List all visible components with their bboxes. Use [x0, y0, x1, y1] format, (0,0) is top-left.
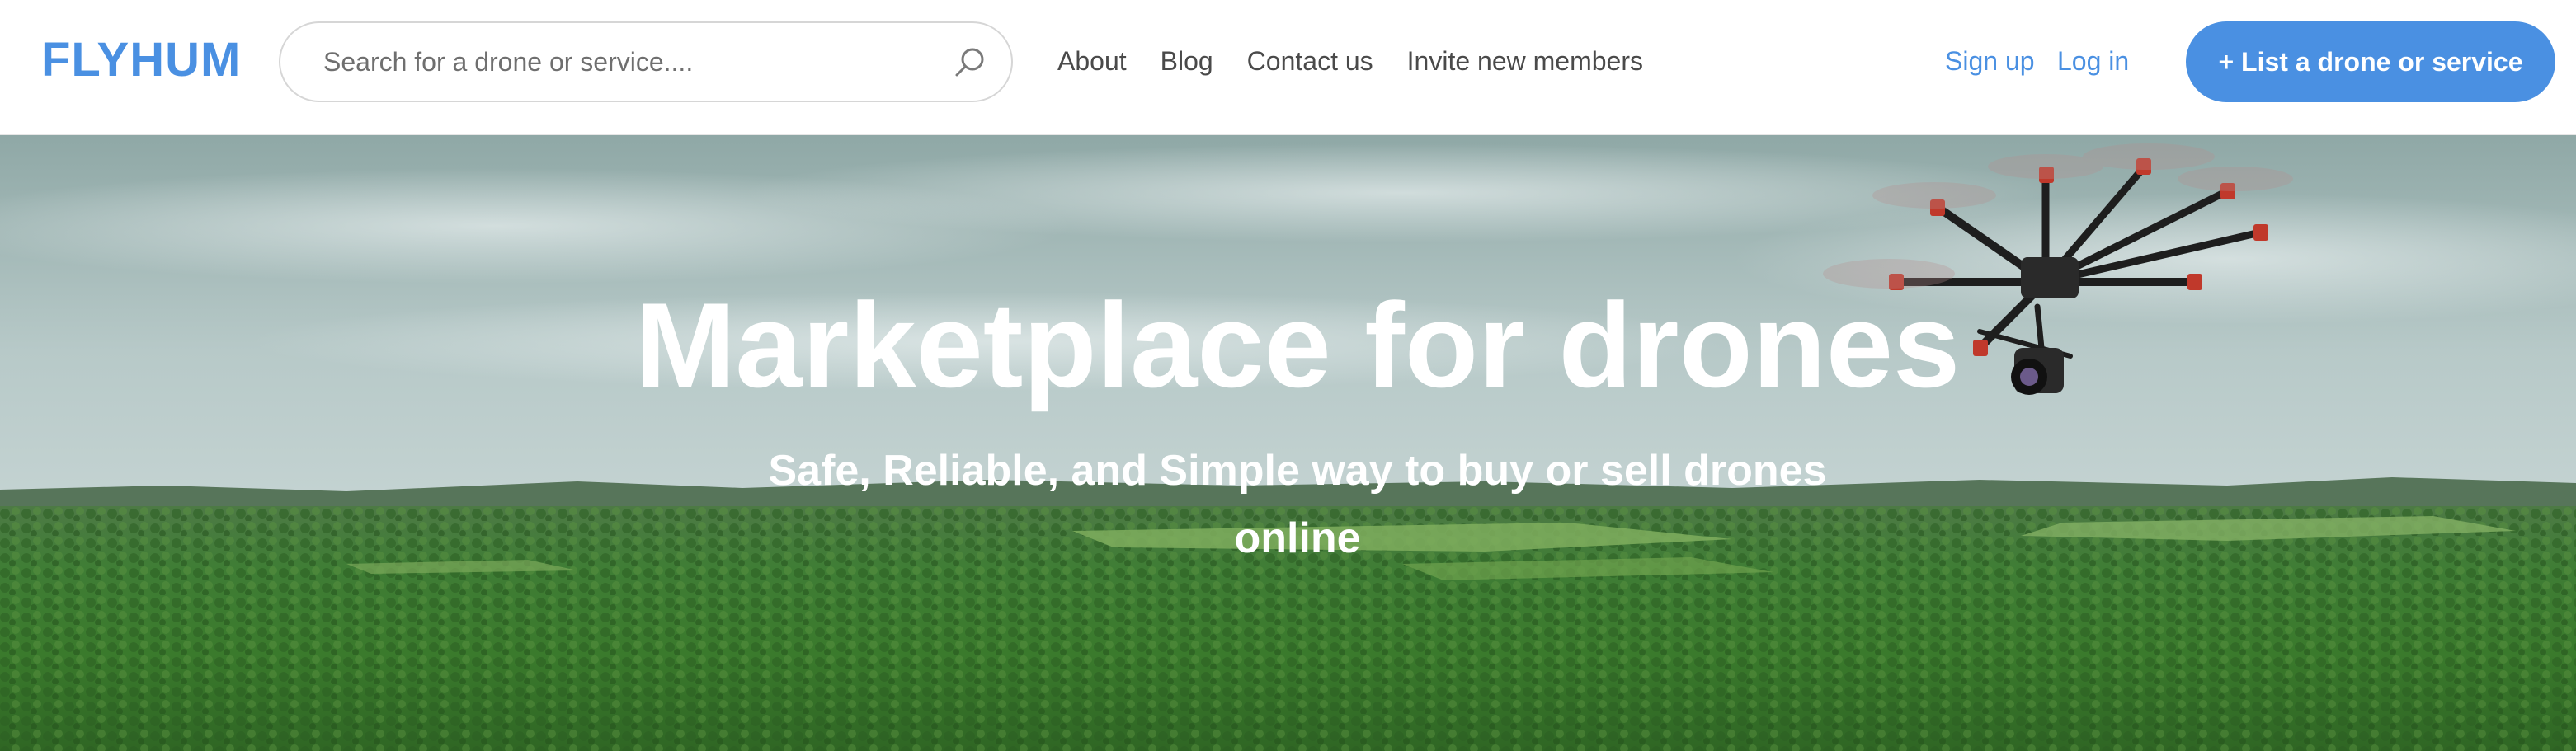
- nav-link-blog[interactable]: Blog: [1161, 36, 1213, 86]
- nav-link-contact-us[interactable]: Contact us: [1247, 36, 1373, 86]
- nav-link-invite-new-members[interactable]: Invite new members: [1407, 36, 1643, 86]
- hero-title: Marketplace for drones: [634, 278, 1961, 412]
- hero-section: Marketplace for drones Safe, Reliable, a…: [0, 135, 2576, 751]
- search-bar[interactable]: [279, 21, 1013, 102]
- hero-subtitle: Safe, Reliable, and Simple way to buy or…: [768, 447, 1827, 562]
- search-icon[interactable]: [950, 43, 990, 82]
- search-input[interactable]: [323, 40, 901, 84]
- nav-link-about[interactable]: About: [1057, 36, 1127, 86]
- main-nav: About Blog Contact us Invite new members: [1057, 36, 1677, 86]
- flyhum-logo[interactable]: FLYHUM: [41, 31, 241, 89]
- list-drone-or-service-button[interactable]: + List a drone or service: [2186, 21, 2555, 102]
- signup-link[interactable]: Sign up: [1945, 36, 2035, 86]
- top-navigation-bar: FLYHUM About Blog Contact us Invite new …: [0, 0, 2576, 135]
- login-link[interactable]: Log in: [2057, 36, 2129, 86]
